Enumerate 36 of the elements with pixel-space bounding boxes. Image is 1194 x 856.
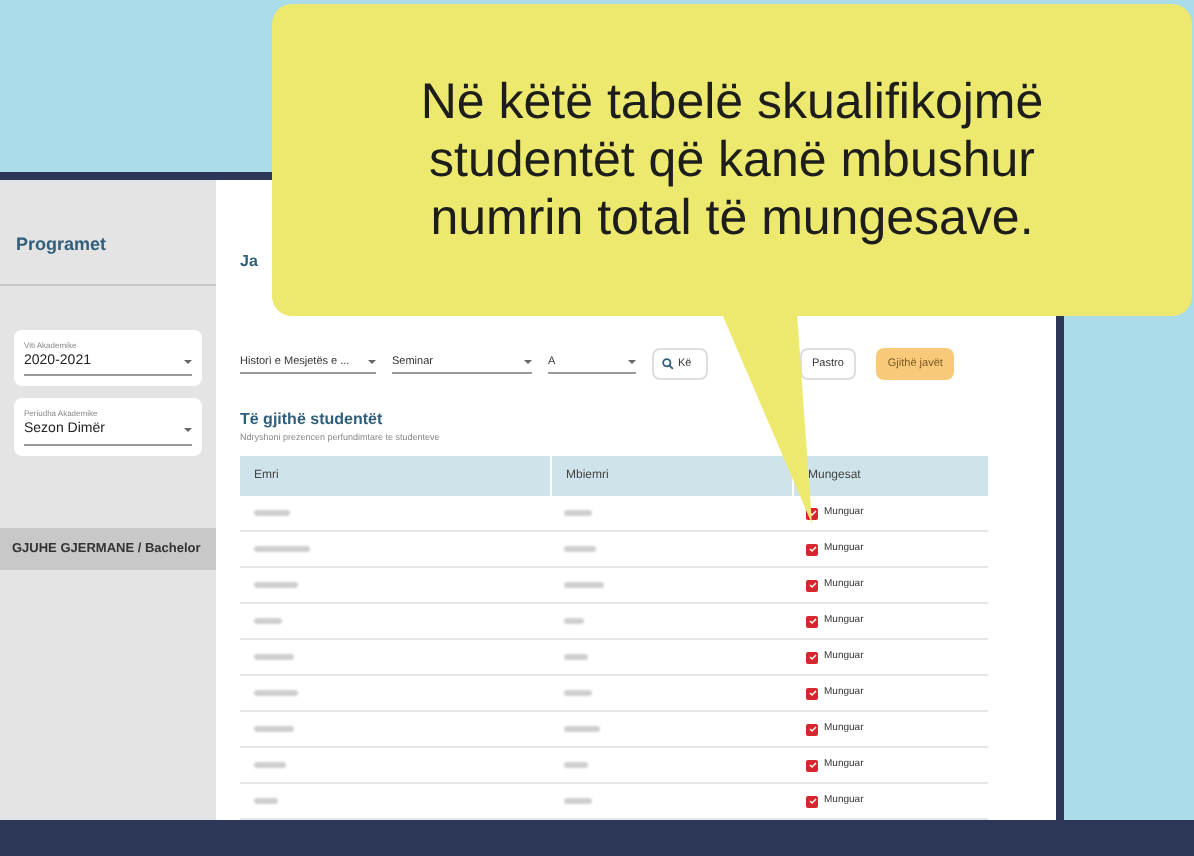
blurred-name (254, 618, 282, 624)
blurred-surname (564, 762, 588, 768)
blurred-surname (564, 618, 584, 624)
caret-icon (368, 360, 376, 365)
checkbox[interactable] (806, 723, 818, 735)
blurred-surname (564, 726, 600, 732)
blurred-name (254, 582, 298, 588)
blurred-surname (564, 654, 588, 660)
checkbox[interactable] (806, 651, 818, 663)
checkbox[interactable] (806, 543, 818, 555)
callout-text: Në këtë tabelë skualifikojmë studentët që kanë mbushur numrin total të mungesave. (418, 73, 1046, 247)
checkbox[interactable] (806, 615, 818, 627)
caret-icon (524, 360, 532, 365)
checkbox[interactable] (806, 687, 818, 699)
blurred-name (254, 546, 310, 552)
checkbox[interactable] (806, 579, 818, 591)
blurred-name (254, 690, 298, 696)
blurred-name (254, 726, 294, 732)
caret-icon (184, 428, 192, 433)
search-icon (662, 358, 674, 371)
blurred-name (254, 654, 294, 660)
checkbox[interactable] (806, 795, 818, 807)
sidebar-title: Programet (0, 180, 216, 285)
blurred-name (254, 762, 286, 768)
blurred-surname (564, 510, 592, 516)
blurred-surname (564, 690, 592, 696)
page-heading: Ja (240, 250, 258, 274)
caret-icon (184, 359, 192, 364)
checkbox[interactable] (806, 759, 818, 771)
blurred-surname (564, 546, 596, 552)
blurred-name (254, 510, 290, 516)
blurred-surname (564, 582, 604, 588)
blurred-name (254, 798, 278, 804)
section-title: Të gjithë studentët (240, 408, 385, 433)
blurred-surname (564, 798, 592, 804)
caret-icon (628, 360, 636, 365)
